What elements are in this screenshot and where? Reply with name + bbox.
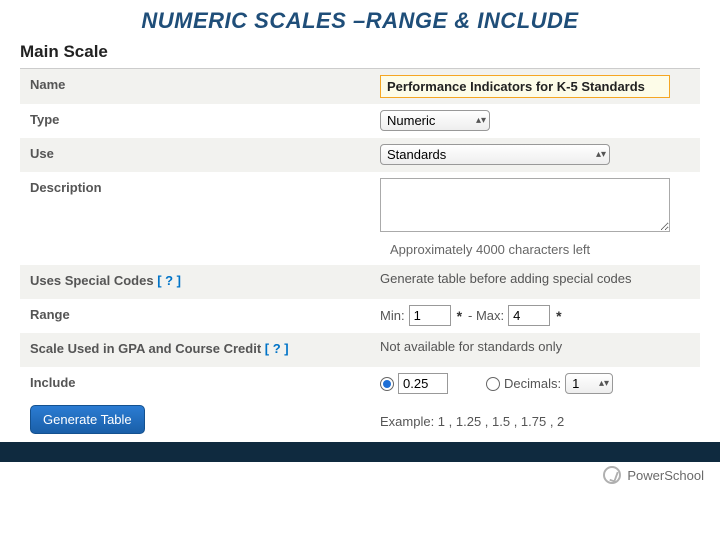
row-type: Type Numeric ▴▾ [20,104,700,138]
decimals-select[interactable]: 1 [565,373,613,394]
row-special-codes: Uses Special Codes [ ? ] Generate table … [20,265,700,299]
range-min-input[interactable] [409,305,451,326]
footer-band [0,442,720,462]
slide-title: NUMERIC SCALES –RANGE & INCLUDE [0,0,720,38]
generate-table-button[interactable]: Generate Table [30,405,145,434]
row-name: Name [20,69,700,104]
help-link-gpa[interactable]: [ ? ] [265,341,289,356]
use-select[interactable]: Standards [380,144,610,165]
chars-remaining: Approximately 4000 characters left [20,238,700,265]
brand-text: PowerSchool [627,468,704,483]
max-label: - Max: [468,308,504,323]
row-generate: Generate Table Example: 1 , 1.25 , 1.5 ,… [20,401,700,442]
brand-row: PowerSchool [0,462,720,488]
row-include: Include Decimals: 1 ▴▾ [20,367,700,401]
include-step-input[interactable] [398,373,448,394]
gpa-message: Not available for standards only [380,339,562,354]
min-label: Min: [380,308,405,323]
asterisk-icon: * [554,308,563,324]
section-heading: Main Scale [0,38,720,68]
label-range: Range [20,299,370,330]
label-gpa: Scale Used in GPA and Course Credit [30,341,261,356]
name-input[interactable] [380,75,670,98]
powerschool-logo-icon [603,466,621,484]
decimals-label: Decimals: [504,376,561,391]
include-example: Example: 1 , 1.25 , 1.5 , 1.75 , 2 [380,414,564,429]
label-description: Description [20,172,370,203]
include-step-radio[interactable] [380,377,394,391]
range-max-input[interactable] [508,305,550,326]
form-area: Name Type Numeric ▴▾ Use Standards ▴▾ [0,69,720,442]
description-textarea[interactable] [380,178,670,232]
asterisk-icon: * [455,308,464,324]
type-select[interactable]: Numeric [380,110,490,131]
label-special-codes: Uses Special Codes [30,273,154,288]
include-decimals-radio[interactable] [486,377,500,391]
row-range: Range Min: * - Max: * [20,299,700,333]
label-use: Use [20,138,370,169]
row-gpa: Scale Used in GPA and Course Credit [ ? … [20,333,700,367]
help-link-special-codes[interactable]: [ ? ] [157,273,181,288]
row-description: Description [20,172,700,238]
row-use: Use Standards ▴▾ [20,138,700,172]
label-name: Name [20,69,370,100]
special-codes-message: Generate table before adding special cod… [380,271,632,286]
label-include: Include [20,367,370,398]
label-type: Type [20,104,370,135]
